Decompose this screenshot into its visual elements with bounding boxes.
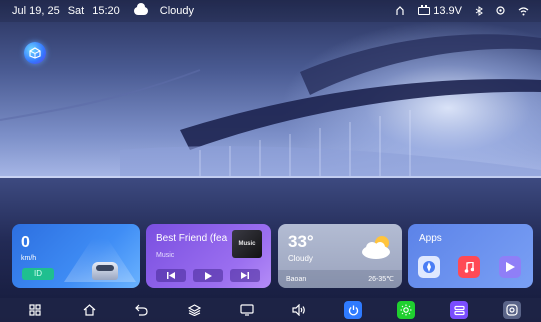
album-art: Music [232,230,262,258]
temperature-range: 26-35℃ [368,276,394,283]
speed-card[interactable]: 0 km/h ID [12,224,140,288]
power-icon[interactable] [344,301,362,319]
speed-value: 0 [21,234,30,251]
screen-icon[interactable] [238,301,256,319]
id-badge: ID [22,268,54,280]
partly-cloudy-icon [362,236,390,259]
navigation-app-icon[interactable] [418,256,440,278]
status-weekday: Sat [67,5,85,17]
car-icon [92,262,118,280]
bluetooth-icon [475,6,483,16]
music-app-icon[interactable] [458,256,480,278]
status-date: Jul 19, 25 [12,5,60,17]
wifi-icon [518,6,529,15]
status-bar: Jul 19, 25 Sat 15:20 Cloudy 13.9V [0,0,541,22]
apps-card[interactable]: Apps [408,224,533,288]
brightness-icon[interactable] [397,301,415,319]
cloud-icon [133,3,148,15]
bottom-dock [0,298,541,322]
weather-card[interactable]: 33° Cloudy Baoan 26-35℃ [278,224,402,288]
video-app-icon[interactable] [499,256,521,278]
song-title: Best Friend (fea [156,233,228,244]
home-screen: Jul 19, 25 Sat 15:20 Cloudy 13.9V 0 km/h… [0,0,541,322]
battery-status: 13.9V [418,5,462,17]
layers-icon[interactable] [185,301,203,319]
camera-icon[interactable] [503,301,521,319]
apps-title: Apps [419,233,442,244]
weather-location: Baoan [286,275,307,283]
play-icon [204,271,212,280]
assistant-logo-icon[interactable] [24,42,46,64]
speed-unit: km/h [21,255,37,262]
play-button[interactable] [193,269,223,282]
music-card[interactable]: Best Friend (fea Music Music [146,224,271,288]
settings-panel-icon[interactable] [450,301,468,319]
battery-icon [418,5,431,15]
prev-button[interactable] [156,269,186,282]
status-weather: Cloudy [159,5,194,17]
grid-icon[interactable] [26,301,44,319]
status-time: 15:20 [92,5,120,17]
next-button[interactable] [230,269,260,282]
weather-footer: Baoan 26-35℃ [278,270,402,288]
volume-icon[interactable] [290,301,308,319]
next-icon [241,272,249,279]
back-icon[interactable] [132,301,150,319]
prev-icon [167,272,175,279]
weather-condition: Cloudy [288,254,313,263]
user-icon [396,6,404,15]
music-source: Music [156,252,175,259]
home-icon[interactable] [80,301,98,319]
battery-voltage: 13.9V [433,5,462,17]
location-icon [496,6,505,15]
temperature: 33° [288,232,314,251]
